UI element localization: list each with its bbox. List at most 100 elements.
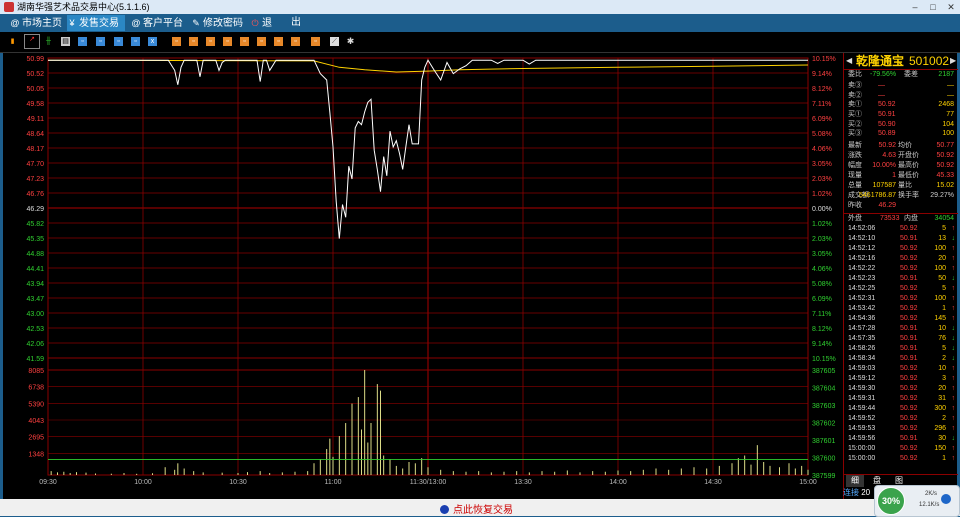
arrow-down-icon: ↓ [951,335,956,342]
weibi-row: 委比 -79.56% 委差 2187 [844,70,958,80]
tick-time: 14:58:34 [848,355,876,362]
arrow-up-icon: ↑ [951,395,956,402]
maximize-icon[interactable]: □ [928,2,938,12]
tool-icon-11[interactable]: ▫ [257,37,266,46]
arrow-up-icon: ↑ [951,425,956,432]
tick-row: 14:52:22 50.92 100 ↑ [844,264,958,274]
price-tick-label: 43.94 [26,281,44,288]
menu-exit[interactable]: ⏻ 退 [250,15,272,31]
neipan-label: 内盘 [904,215,918,222]
arrow-down-icon: ↓ [951,325,956,332]
tick-time: 14:58:26 [848,345,876,352]
arrow-up-icon: ↑ [951,455,956,462]
tick-price: 50.91 [900,275,918,282]
tick-volume: 100 [934,265,946,272]
pct-tick-label: 5.08% [812,281,832,288]
tool-icon-1[interactable]: ▫ [78,37,87,46]
tick-volume: 31 [938,395,946,402]
gear-icon[interactable]: ✱ [346,37,355,46]
pct-tick-label: 0.00% [812,206,832,213]
buy-row: 买① 50.91 77 [844,110,958,120]
inout-row: 外盘 73533 内盘 34054 [844,213,958,224]
tool-icon-6[interactable]: ▫ [172,37,181,46]
buy-volume: 77 [946,111,954,118]
sell-level-label: 卖① [848,101,862,108]
menu-label: 市场主页 [22,18,62,29]
minimize-icon[interactable]: – [910,2,920,12]
network-speed-widget[interactable]: 30% 2K/s 12.1K/s [874,485,960,517]
pen-icon: ✎ [192,18,200,28]
sell-volume: — [947,82,954,89]
waipan-value: 73533 [880,215,900,222]
volume-tick-label: 5390 [28,401,44,408]
sell-volume: — [947,91,954,99]
tick-time: 14:52:16 [848,255,876,262]
tool-icon-13[interactable]: ▫ [291,37,300,46]
close-icon[interactable]: ✕ [946,2,956,12]
tick-time: 14:54:36 [848,315,876,322]
menu-change-password[interactable]: ✎ 修改密码 [191,15,243,31]
tick-volume: 296 [934,425,946,432]
calendar-icon[interactable]: ▤ [61,37,70,46]
tick-volume: 30 [938,435,946,442]
stat-value: 50.92 [936,162,954,169]
arrow-up-icon: ↑ [951,225,956,232]
price-tick-label: 42.06 [26,341,44,348]
tool-icon-3[interactable]: ▫ [114,37,123,46]
tick-time: 14:59:12 [848,375,876,382]
tool-icon-9[interactable]: ▫ [223,37,232,46]
pct-tick-label: 6.09% [812,116,832,123]
tool-icon-10[interactable]: ▫ [240,37,249,46]
time-axis-label: 09:30 [39,479,57,486]
stat-label: 最新 [848,142,862,149]
tick-volume: 10 [938,365,946,372]
tool-icon-4[interactable]: ▫ [131,37,140,46]
buy-level-label: 买① [848,111,862,118]
tab-detail[interactable]: 细 [846,475,864,487]
stat-value: 46.29 [878,202,896,209]
weibi-label: 委比 [848,71,862,78]
menu-client-platform[interactable]: @ 客户平台 [131,15,183,31]
neipan-value: 34054 [934,215,954,222]
menu-market-home[interactable]: @ 市场主页 [10,15,62,31]
tick-price: 50.92 [900,365,918,372]
tool-icon-5[interactable]: x [148,37,157,46]
bar-chart-icon[interactable]: ▮ [8,37,17,46]
weicha-label: 委差 [904,71,918,78]
buy-row: 买② 50.90 104 [844,120,958,130]
intraday-chart[interactable]: 50.99 10.15% 50.52 9.14% 50.05 8.12% 49.58 7.11… [3,53,843,499]
download-speed: 12.1K/s [919,502,940,508]
arrow-up-icon: ↑ [951,365,956,372]
stat-label: 幅度 [848,162,862,169]
menu-exit-2[interactable]: 出 [291,15,301,31]
arrow-up-icon: ↑ [951,445,956,452]
weicha-value: 2187 [938,71,954,78]
tick-price: 50.91 [900,335,918,342]
next-stock-icon[interactable]: ▶ [950,56,956,65]
kline-icon[interactable]: ╫ [44,37,53,46]
resume-trading-link[interactable]: 点此恢复交易 [440,501,513,516]
time-axis-label: 15:00 [799,479,817,486]
tick-volume: 100 [934,295,946,302]
tool-icon-8[interactable]: ▫ [206,37,215,46]
tool-icon-2[interactable]: ▫ [96,37,105,46]
tool-icon-14[interactable]: ▫ [311,37,320,46]
draw-icon[interactable]: ⟋ [330,37,339,46]
globe-icon: @ [131,18,141,28]
tick-row: 14:57:35 50.91 76 ↓ [844,334,958,344]
arrow-up-icon: ↑ [951,295,956,302]
tick-time: 14:53:42 [848,305,876,312]
tick-price: 50.91 [900,325,918,332]
tick-volume: 13 [938,235,946,242]
tool-icon-7[interactable]: ▫ [189,37,198,46]
prev-stock-icon[interactable]: ◀ [846,56,852,65]
buy-volume: 100 [942,130,954,137]
tick-price: 50.92 [900,305,918,312]
price-tick-label: 45.82 [26,221,44,228]
line-chart-icon[interactable]: ↗ [24,34,40,49]
menu-issue-trade[interactable]: ¥ 发售交易 [67,15,125,31]
price-tick-label: 44.88 [26,251,44,258]
tool-icon-12[interactable]: ▫ [274,37,283,46]
stat-value: 50.92 [936,152,954,159]
stock-header: ◀ 乾隆通宝 501002 ▶ [844,53,958,70]
